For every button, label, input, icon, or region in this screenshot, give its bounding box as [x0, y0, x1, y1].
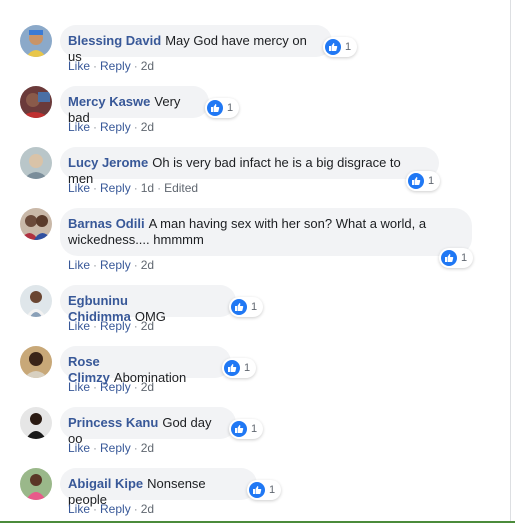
comment-actions: Like · Reply · 2d — [68, 380, 155, 394]
reply-link[interactable]: Reply — [100, 319, 131, 333]
reaction-number: 1 — [345, 41, 352, 53]
reaction-count[interactable]: 1 — [406, 171, 441, 191]
reaction-number: 1 — [251, 301, 258, 313]
comment-author[interactable]: Mercy Kaswe — [68, 94, 150, 109]
reply-link[interactable]: Reply — [100, 502, 131, 516]
avatar[interactable] — [20, 25, 52, 57]
comment-actions: Like · Reply · 2d — [68, 319, 155, 333]
like-link[interactable]: Like — [68, 319, 90, 333]
comment-bubble: Egbuninu Chidimma OMG — [60, 285, 236, 324]
thumbs-up-icon — [249, 482, 265, 498]
like-link[interactable]: Like — [68, 441, 90, 455]
avatar[interactable] — [20, 407, 52, 439]
comment-actions: Like · Reply · 2d — [68, 502, 155, 516]
reply-link[interactable]: Reply — [100, 181, 131, 195]
comment-time[interactable]: 2d — [141, 441, 154, 455]
thumbs-up-icon — [224, 360, 240, 376]
reply-link[interactable]: Reply — [100, 258, 131, 272]
reaction-number: 1 — [428, 175, 435, 187]
comment-author[interactable]: Abigail Kipe — [68, 476, 143, 491]
reaction-number: 1 — [244, 362, 251, 374]
reaction-count[interactable]: 1 — [205, 98, 240, 118]
thumbs-up-icon — [207, 100, 223, 116]
comment-bubble: Lucy Jerome Oh is very bad infact he is a… — [60, 147, 439, 186]
thumbs-up-icon — [441, 250, 457, 266]
reply-link[interactable]: Reply — [100, 380, 131, 394]
like-link[interactable]: Like — [68, 59, 90, 73]
reaction-count[interactable]: 1 — [229, 297, 264, 317]
reply-link[interactable]: Reply — [100, 441, 131, 455]
reaction-number: 1 — [227, 102, 234, 114]
avatar[interactable] — [20, 86, 52, 118]
comment-actions: Like · Reply · 2d — [68, 258, 155, 272]
avatar[interactable] — [20, 208, 52, 240]
comment-time[interactable]: 2d — [141, 59, 154, 73]
comment-author[interactable]: Princess Kanu — [68, 415, 158, 430]
comment-bubble: Blessing David May God have mercy on us — [60, 25, 332, 64]
divider — [510, 0, 511, 523]
comment-actions: Like · Reply · 1d · Edited — [68, 181, 199, 195]
avatar[interactable] — [20, 468, 52, 500]
avatar[interactable] — [20, 285, 52, 317]
reaction-number: 1 — [461, 252, 468, 264]
comment-time[interactable]: 1d — [141, 181, 154, 195]
thumbs-up-icon — [231, 299, 247, 315]
avatar[interactable] — [20, 147, 52, 179]
thumbs-up-icon — [408, 173, 424, 189]
reaction-number: 1 — [269, 484, 276, 496]
comment-author[interactable]: Barnas Odili — [68, 216, 145, 231]
like-link[interactable]: Like — [68, 181, 90, 195]
comment-bubble: Abigail Kipe Nonsense people — [60, 468, 257, 507]
like-link[interactable]: Like — [68, 380, 90, 394]
comment-actions: Like · Reply · 2d — [68, 120, 155, 134]
comment-bubble: Rose Climzy Abomination — [60, 346, 231, 385]
reaction-number: 1 — [251, 423, 258, 435]
comment-time[interactable]: 2d — [141, 258, 154, 272]
comment-author[interactable]: Lucy Jerome — [68, 155, 148, 170]
comment-thread: Blessing David May God have mercy on us 1… — [0, 0, 515, 523]
comment-time[interactable]: 2d — [141, 380, 154, 394]
avatar[interactable] — [20, 346, 52, 378]
comment-time[interactable]: 2d — [141, 502, 154, 516]
thumbs-up-icon — [231, 421, 247, 437]
like-link[interactable]: Like — [68, 120, 90, 134]
reaction-count[interactable]: 1 — [247, 480, 282, 500]
like-link[interactable]: Like — [68, 502, 90, 516]
reaction-count[interactable]: 1 — [323, 37, 358, 57]
comment-actions: Like · Reply · 2d — [68, 441, 155, 455]
reaction-count[interactable]: 1 — [439, 248, 474, 268]
like-link[interactable]: Like — [68, 258, 90, 272]
reaction-count[interactable]: 1 — [222, 358, 257, 378]
thumbs-up-icon — [325, 39, 341, 55]
comment-actions: Like · Reply · 2d — [68, 59, 155, 73]
comment-bubble: Barnas Odili A man having sex with her so… — [60, 208, 472, 256]
comment-time[interactable]: 2d — [141, 319, 154, 333]
comment-author[interactable]: Blessing David — [68, 33, 161, 48]
comment-bubble: Mercy Kaswe Very bad — [60, 86, 209, 125]
edited-label: Edited — [164, 181, 199, 195]
reply-link[interactable]: Reply — [100, 59, 131, 73]
comment-bubble: Princess Kanu God day oo — [60, 407, 236, 446]
reply-link[interactable]: Reply — [100, 120, 131, 134]
comment-time[interactable]: 2d — [141, 120, 154, 134]
reaction-count[interactable]: 1 — [229, 419, 264, 439]
